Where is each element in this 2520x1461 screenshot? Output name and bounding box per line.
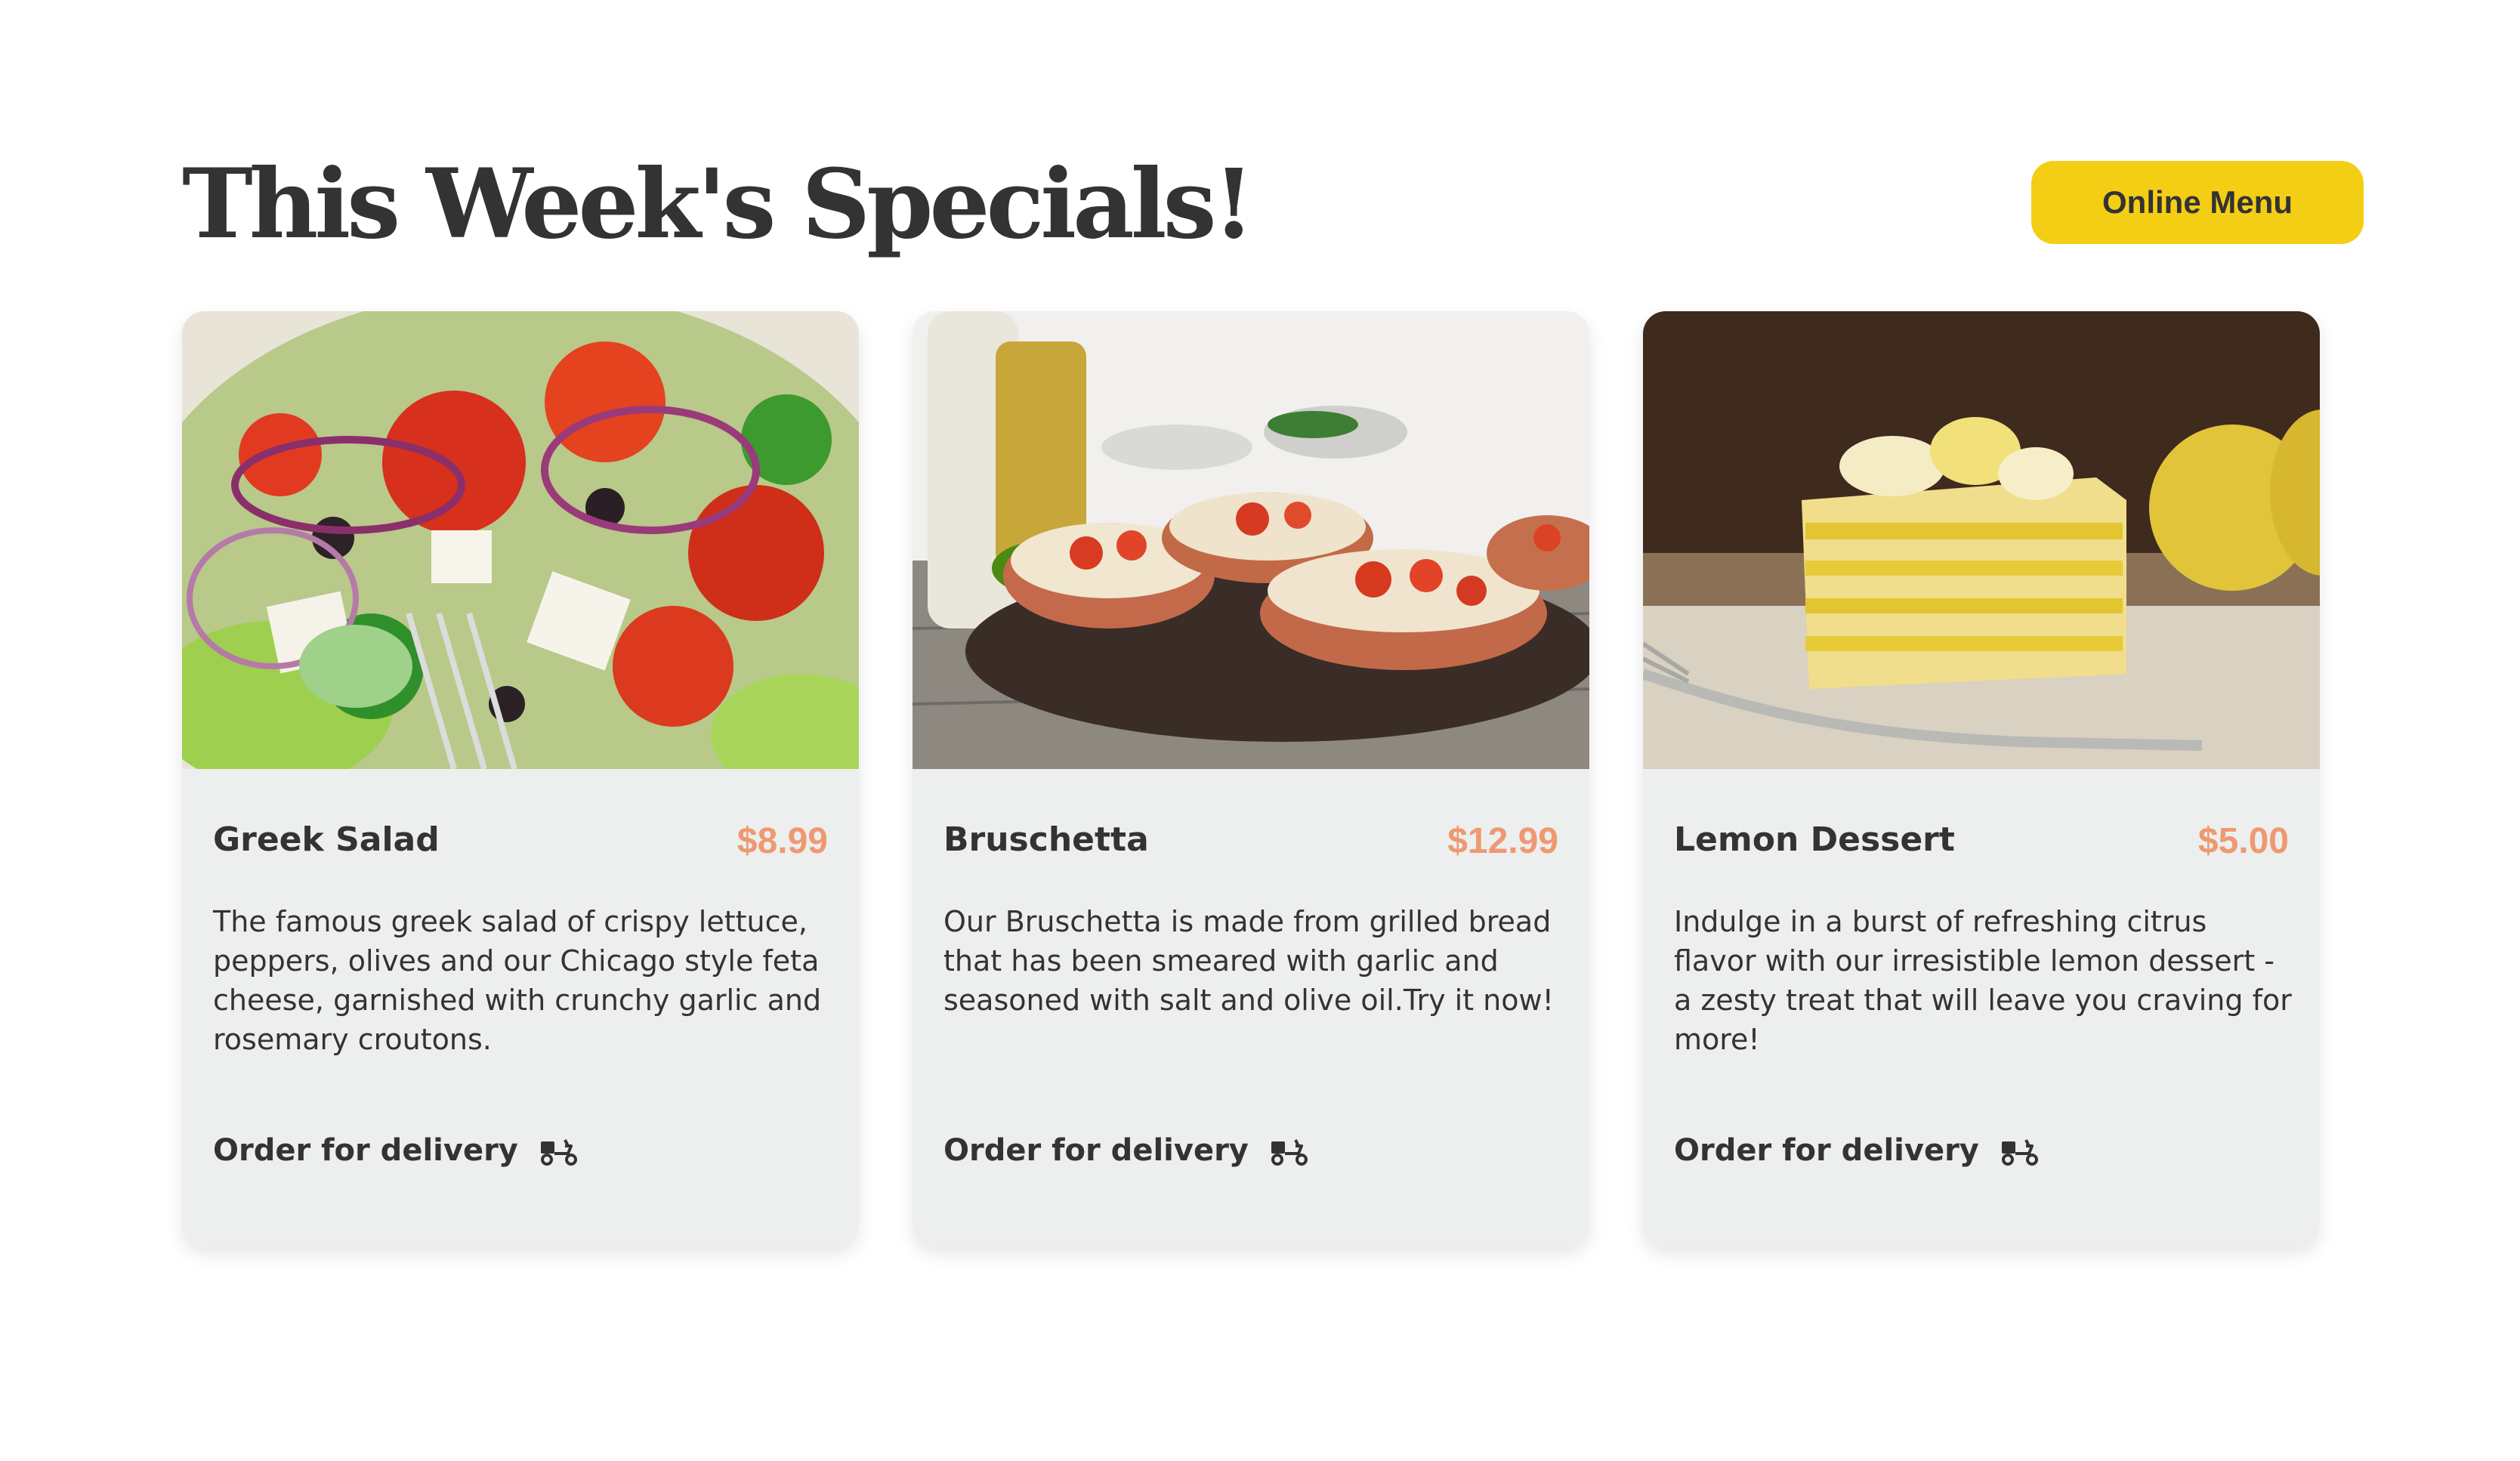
dish-description: The famous greek salad of crispy lettuce… [213,905,822,1056]
order-label: Order for delivery [213,1133,518,1168]
card-header: Bruschetta $12.99 [943,810,1558,878]
order-label: Order for delivery [943,1133,1249,1168]
delivery-scooter-icon [1999,1134,2040,1167]
order-delivery-link[interactable]: Order for delivery [213,1133,579,1168]
bruschetta-image [913,311,1589,769]
dish-description: Indulge in a burst of refreshing citrus … [1674,905,2292,1056]
order-delivery-link[interactable]: Order for delivery [1674,1133,2040,1168]
dish-name: Bruschetta [943,820,1149,859]
delivery-scooter-icon [1268,1134,1309,1167]
dish-name: Lemon Dessert [1674,820,1955,859]
special-card-bruschetta: Bruschetta $12.99 Our Bruschetta is made… [913,311,1589,1246]
dish-price: $12.99 [1447,821,1558,861]
lemon-dessert-image [1643,311,2320,769]
card-header: Lemon Dessert $5.00 [1674,810,2289,878]
online-menu-button[interactable]: Online Menu [2031,161,2364,244]
specials-cards: Greek Salad $8.99 The famous greek salad… [182,311,2320,1248]
delivery-scooter-icon [538,1134,579,1167]
dish-price: $5.00 [2197,821,2289,861]
special-card-greek-salad: Greek Salad $8.99 The famous greek salad… [182,311,859,1246]
specials-section: This Week's Specials! Online Menu Greek … [0,0,2520,1461]
order-label: Order for delivery [1674,1133,1979,1168]
dish-name: Greek Salad [213,820,440,859]
specials-header: This Week's Specials! Online Menu [182,136,2364,280]
dish-price: $8.99 [737,821,828,861]
order-delivery-link[interactable]: Order for delivery [943,1133,1309,1168]
greek-salad-image [182,311,859,769]
dish-description: Our Bruschetta is made from grilled brea… [943,905,1554,1017]
special-card-lemon-dessert: Lemon Dessert $5.00 Indulge in a burst o… [1643,311,2320,1246]
card-header: Greek Salad $8.99 [213,810,828,878]
page-title: This Week's Specials! [182,148,1255,260]
